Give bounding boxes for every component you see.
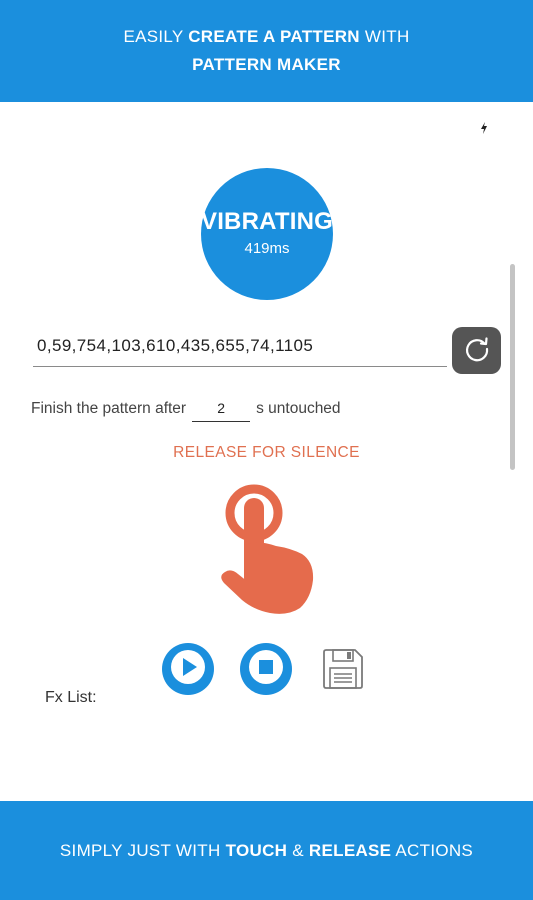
bottom-promo-banner: SIMPLY JUST WITH TOUCH & RELEASE ACTIONS: [0, 801, 533, 900]
app-content: VIBRATING 419ms 0,59,754,103,610,435,655…: [0, 102, 533, 801]
finish-suffix-label: s untouched: [256, 400, 341, 417]
play-button[interactable]: [162, 643, 214, 695]
top-banner-text: WITH: [359, 27, 410, 46]
top-banner-line-2: PATTERN MAKER: [192, 51, 341, 79]
floppy-disk-icon: [320, 649, 366, 696]
status-duration: 419ms: [244, 239, 290, 257]
bottom-banner-bold: RELEASE: [308, 840, 392, 860]
flash-icon[interactable]: [480, 122, 488, 137]
top-banner-bold: PATTERN MAKER: [192, 55, 341, 74]
finish-prefix-label: Finish the pattern after: [31, 400, 187, 417]
seconds-input[interactable]: 2: [192, 397, 251, 422]
pattern-value: 0,59,754,103,610,435,655,74,1105: [37, 336, 314, 355]
top-banner-bold: CREATE A PATTERN: [188, 27, 360, 46]
bottom-banner-text: &: [287, 840, 309, 860]
top-banner-text: EASILY: [123, 27, 189, 46]
bottom-banner-bold: TOUCH: [225, 840, 288, 860]
vibration-status-indicator: VIBRATING 419ms: [201, 168, 333, 300]
stop-icon: [240, 641, 292, 698]
status-title: VIBRATING: [200, 207, 334, 235]
touch-hand-icon[interactable]: [218, 480, 318, 616]
finish-setting-row: Finish the pattern after 2 s untouched: [31, 396, 341, 422]
top-promo-banner: EASILY CREATE A PATTERN WITH PATTERN MAK…: [0, 0, 533, 102]
playback-controls: [162, 642, 366, 696]
play-icon: [162, 641, 214, 698]
save-button[interactable]: [320, 646, 366, 692]
pattern-input[interactable]: 0,59,754,103,610,435,655,74,1105: [33, 330, 447, 367]
bottom-banner-text: SIMPLY JUST WITH: [59, 840, 226, 860]
scrollbar[interactable]: [510, 264, 515, 470]
refresh-icon: [462, 333, 492, 368]
release-instruction: RELEASE FOR SILENCE: [173, 444, 360, 461]
refresh-button[interactable]: [452, 327, 501, 374]
bottom-banner-text: ACTIONS: [391, 840, 474, 860]
fx-list-label: Fx List:: [45, 689, 97, 706]
stop-button[interactable]: [240, 643, 292, 695]
top-banner-line-1: EASILY CREATE A PATTERN WITH: [123, 23, 409, 51]
